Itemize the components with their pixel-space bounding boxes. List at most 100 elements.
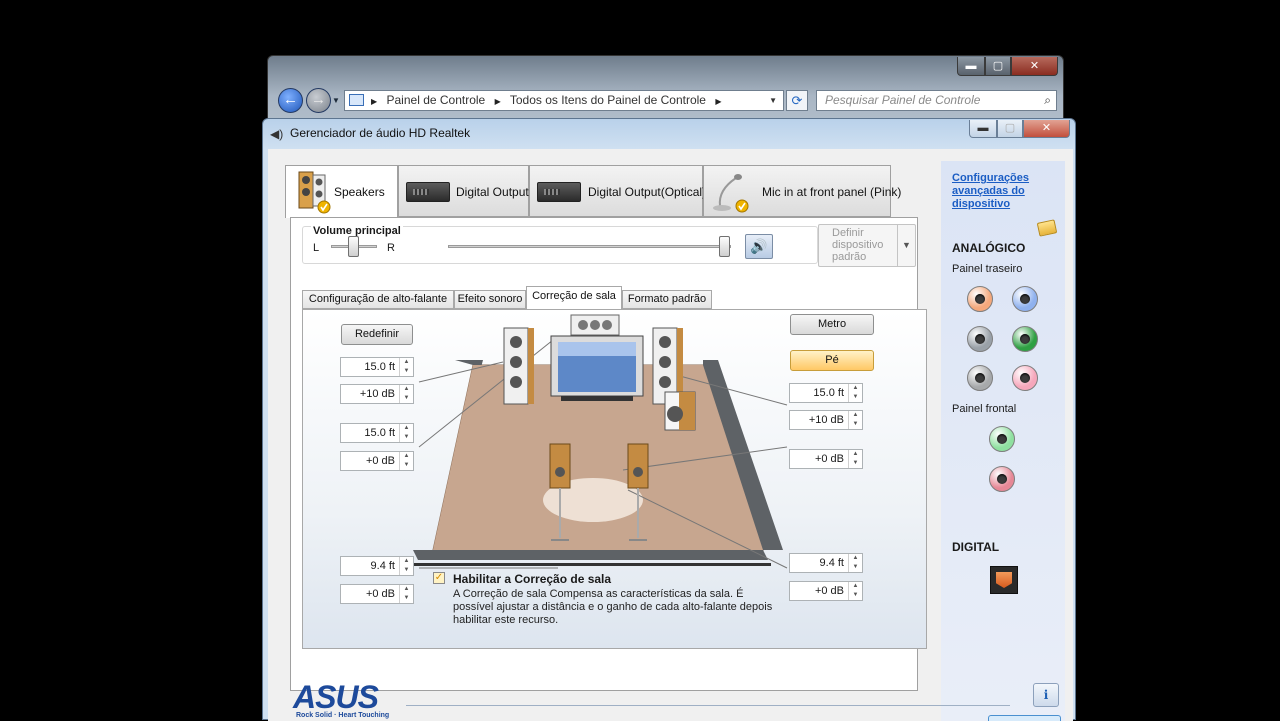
subtab-room-correction[interactable]: Correção de sala bbox=[526, 286, 622, 310]
rear-jack-blue[interactable] bbox=[1012, 286, 1038, 312]
tab-mic-front-panel[interactable]: Mic in at front panel (Pink) bbox=[703, 165, 901, 217]
subtab-default-format[interactable]: Formato padrão bbox=[622, 290, 712, 309]
meter-unit-button[interactable]: Metro bbox=[790, 314, 874, 335]
window-title: Gerenciador de áudio HD Realtek bbox=[290, 126, 471, 140]
stepper-value: 15.0 ft bbox=[364, 427, 395, 439]
front-right-distance-stepper[interactable]: 15.0 ft ▲ ▼ bbox=[789, 383, 863, 403]
asus-tagline: Rock Solid · Heart Touching bbox=[296, 712, 390, 719]
stepper-value: 9.4 ft bbox=[370, 560, 395, 572]
forward-arrow-icon[interactable]: → bbox=[306, 88, 331, 113]
mute-speaker-icon[interactable]: 🔊 bbox=[745, 234, 773, 259]
rear-left-distance-stepper[interactable]: 9.4 ft ▲ ▼ bbox=[340, 556, 414, 576]
side-left-gain-stepper[interactable]: +0 dB ▲ ▼ bbox=[340, 451, 414, 471]
rear-jack-pink[interactable] bbox=[1012, 365, 1038, 391]
stepper-arrows-icon[interactable]: ▲ ▼ bbox=[848, 450, 862, 468]
ok-button[interactable] bbox=[988, 715, 1061, 721]
microphone-icon bbox=[713, 174, 749, 213]
explorer-maximize-button[interactable]: ▢ bbox=[985, 57, 1011, 76]
stepper-value: 9.4 ft bbox=[819, 557, 844, 569]
stepper-value: +0 dB bbox=[814, 585, 844, 597]
speaker-app-icon: ◀) bbox=[270, 127, 284, 141]
stepper-arrows-icon[interactable]: ▲ ▼ bbox=[399, 385, 413, 403]
rear-jack-green[interactable] bbox=[1012, 326, 1038, 352]
rear-right-gain-stepper[interactable]: +0 dB ▲ ▼ bbox=[789, 581, 863, 601]
stepper-arrows-icon[interactable]: ▲ ▼ bbox=[848, 554, 862, 572]
front-right-gain-stepper[interactable]: +10 dB ▲ ▼ bbox=[789, 410, 863, 430]
back-arrow-icon[interactable]: ← bbox=[278, 88, 303, 113]
tab-label: Speakers bbox=[334, 185, 385, 199]
stepper-value: +10 dB bbox=[359, 388, 395, 400]
subtab-sound-effects[interactable]: Efeito sonoro bbox=[454, 290, 526, 309]
close-button[interactable]: ✕ bbox=[1023, 120, 1070, 138]
front-panel-label: Painel frontal bbox=[952, 403, 1017, 415]
rear-right-distance-stepper[interactable]: 9.4 ft ▲ ▼ bbox=[789, 553, 863, 573]
stepper-arrows-icon[interactable]: ▲ ▼ bbox=[399, 557, 413, 575]
address-bar[interactable]: ▶ Painel de Controle ▶ Todos os Itens do… bbox=[344, 90, 784, 111]
room-correction-panel: Redefinir Metro Pé 15.0 ft ▲ ▼ +10 dB ▲ ▼ 15… bbox=[302, 309, 927, 649]
search-input[interactable]: Pesquisar Painel de Controle ⌕ bbox=[816, 90, 1057, 111]
rear-panel-label: Painel traseiro bbox=[952, 263, 1023, 275]
search-icon[interactable]: ⌕ bbox=[1044, 91, 1051, 110]
stepper-arrows-icon[interactable]: ▲ ▼ bbox=[399, 424, 413, 442]
side-left-distance-stepper[interactable]: 15.0 ft ▲ ▼ bbox=[340, 423, 414, 443]
tab-digital-output-optical[interactable]: Digital Output(Optical) bbox=[529, 165, 707, 217]
enable-room-correction-label[interactable]: Habilitar a Correção de sala bbox=[453, 572, 611, 586]
rear-left-gain-stepper[interactable]: +0 dB ▲ ▼ bbox=[340, 584, 414, 604]
explorer-minimize-button[interactable]: ▬ bbox=[957, 57, 985, 76]
digital-heading: DIGITAL bbox=[952, 540, 1000, 554]
window-client-area: Speakers Digital Output Digital Output(O… bbox=[268, 149, 1073, 721]
tab-digital-output[interactable]: Digital Output bbox=[398, 165, 529, 217]
balance-left-label: L bbox=[313, 242, 320, 254]
room-correction-description: A Correção de sala Compensa as caracterí… bbox=[453, 588, 773, 626]
rear-jack-silver[interactable] bbox=[967, 365, 993, 391]
minimize-button[interactable]: ▬ bbox=[969, 120, 997, 138]
stepper-arrows-icon[interactable]: ▲ ▼ bbox=[399, 585, 413, 603]
analog-heading: ANALÓGICO bbox=[952, 241, 1026, 255]
enable-room-correction-checkbox[interactable]: ✓ bbox=[433, 572, 445, 584]
front-jack-pink[interactable] bbox=[989, 466, 1015, 492]
subtab-speaker-config[interactable]: Configuração de alto-falante bbox=[302, 290, 454, 309]
stepper-arrows-icon[interactable]: ▲ ▼ bbox=[848, 384, 862, 402]
foot-unit-button[interactable]: Pé bbox=[790, 350, 874, 371]
info-icon[interactable]: i bbox=[1033, 683, 1059, 707]
breadcrumb-item[interactable]: Painel de Controle bbox=[387, 93, 486, 107]
stepper-arrows-icon[interactable]: ▲ ▼ bbox=[848, 582, 862, 600]
connector-sidebar: Configurações avançadas do dispositivo A… bbox=[941, 161, 1065, 721]
tab-label: Digital Output(Optical) bbox=[588, 185, 707, 199]
volume-slider-track[interactable] bbox=[448, 245, 731, 248]
folder-icon[interactable] bbox=[1036, 219, 1058, 237]
search-placeholder: Pesquisar Painel de Controle bbox=[825, 93, 981, 107]
speakers-icon bbox=[298, 171, 331, 214]
advanced-settings-link[interactable]: Configurações avançadas do dispositivo bbox=[952, 172, 1052, 211]
digital-output-icon bbox=[406, 182, 450, 202]
front-jack-green[interactable] bbox=[989, 426, 1015, 452]
set-default-device-dropdown[interactable]: Definir dispositivo padrão ▼ bbox=[818, 224, 916, 267]
front-left-gain-stepper[interactable]: +10 dB ▲ ▼ bbox=[340, 384, 414, 404]
reset-button[interactable]: Redefinir bbox=[341, 324, 413, 345]
address-dropdown-icon[interactable]: ▼ bbox=[769, 91, 777, 110]
volume-slider-thumb[interactable] bbox=[719, 236, 730, 257]
front-left-distance-stepper[interactable]: 15.0 ft ▲ ▼ bbox=[340, 357, 414, 377]
stepper-arrows-icon[interactable]: ▲ ▼ bbox=[399, 358, 413, 376]
breadcrumb-item[interactable]: Todos os Itens do Painel de Controle bbox=[510, 93, 706, 107]
recent-pages-dropdown-icon[interactable]: ▼ bbox=[332, 96, 340, 105]
stepper-value: 15.0 ft bbox=[364, 361, 395, 373]
tab-speakers[interactable]: Speakers bbox=[285, 165, 398, 218]
main-volume-group: Volume principal L R 🔊 bbox=[302, 225, 818, 264]
asus-logo: ASUS bbox=[293, 679, 379, 715]
stepper-arrows-icon[interactable]: ▲ ▼ bbox=[848, 411, 862, 429]
stepper-arrows-icon[interactable]: ▲ ▼ bbox=[399, 452, 413, 470]
balance-slider-thumb[interactable] bbox=[348, 236, 359, 257]
spdif-optical-icon[interactable] bbox=[990, 566, 1018, 594]
rear-jack-orange[interactable] bbox=[967, 286, 993, 312]
rear-jack-gray[interactable] bbox=[967, 326, 993, 352]
breadcrumb-separator-icon: ▶ bbox=[715, 97, 722, 106]
maximize-button[interactable]: ▢ bbox=[997, 120, 1023, 138]
footer-divider bbox=[406, 705, 1010, 706]
stepper-value: +0 dB bbox=[365, 588, 395, 600]
explorer-close-button[interactable]: ✕ bbox=[1011, 57, 1058, 76]
breadcrumb: ▶ Painel de Controle ▶ Todos os Itens do… bbox=[371, 91, 727, 111]
side-right-gain-stepper[interactable]: +0 dB ▲ ▼ bbox=[789, 449, 863, 469]
refresh-icon[interactable]: ⟳ bbox=[786, 90, 808, 111]
chevron-down-icon[interactable]: ▼ bbox=[897, 225, 915, 266]
